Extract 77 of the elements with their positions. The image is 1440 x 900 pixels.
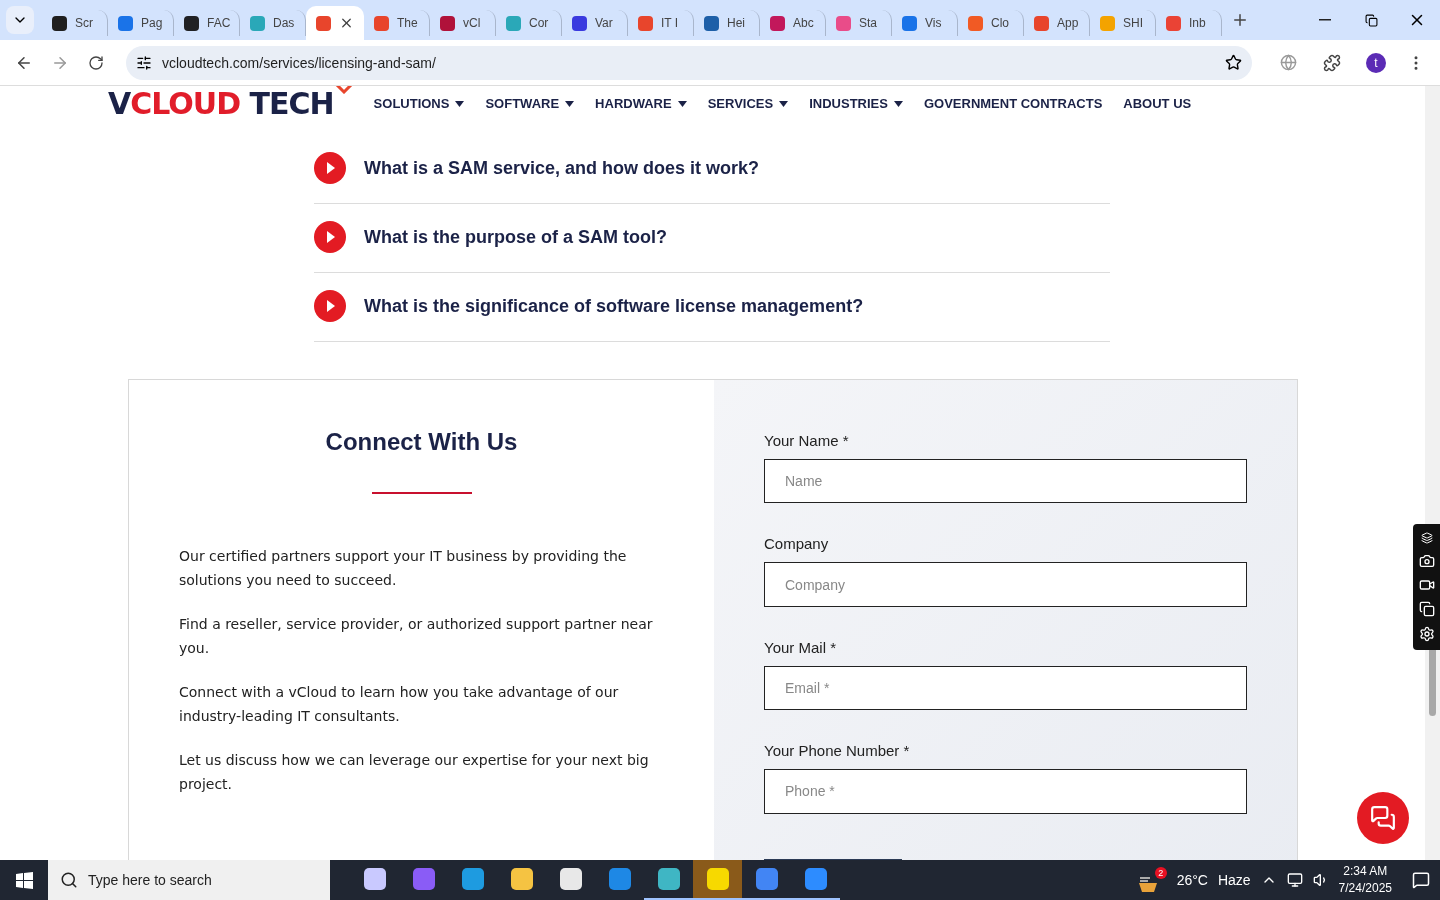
- clock[interactable]: 2:34 AM 7/24/2025: [1338, 863, 1392, 897]
- restore-icon: [1364, 13, 1378, 27]
- nav-link[interactable]: INDUSTRIES: [809, 96, 903, 111]
- nav-link[interactable]: SOLUTIONS: [373, 96, 465, 111]
- notification-badge: 2: [1154, 867, 1167, 879]
- play-icon: [314, 290, 346, 322]
- browser-tab[interactable]: vCl: [430, 10, 496, 36]
- browser-tab[interactable]: Cor: [496, 10, 562, 36]
- logo[interactable]: VCLOUD TECH: [108, 86, 354, 121]
- taskbar-search-field[interactable]: Type here to search: [48, 860, 330, 900]
- section-title: Connect With Us: [324, 428, 519, 456]
- browser-tab[interactable]: The: [364, 10, 430, 36]
- browser-tab[interactable]: Das: [240, 10, 306, 36]
- browser-tab[interactable]: [306, 6, 364, 40]
- plus-icon: [1231, 11, 1249, 29]
- browser-tab[interactable]: FAC: [174, 10, 240, 36]
- chat-icon: [1370, 805, 1396, 831]
- tab-search-button[interactable]: [6, 6, 34, 34]
- play-icon: [314, 221, 346, 253]
- field-label: Company: [764, 535, 830, 553]
- input-field[interactable]: Email *: [764, 665, 1247, 711]
- network-icon[interactable]: [1286, 872, 1303, 888]
- browser-tab[interactable]: Inb: [1156, 10, 1222, 36]
- browser-tab[interactable]: App: [1024, 10, 1090, 36]
- play-icon: [314, 152, 346, 184]
- address-bar[interactable]: vcloudtech.com/services/licensing-and-sam/: [126, 45, 1252, 80]
- faq-question: What is the purpose of a SAM tool?: [364, 226, 667, 248]
- input-field[interactable]: Name: [764, 459, 1247, 504]
- notifications-icon[interactable]: [1412, 871, 1430, 889]
- paragraph: Let us discuss how we can leverage our expertise for your next big project.: [179, 751, 650, 794]
- profile-avatar[interactable]: t: [1366, 52, 1386, 73]
- settings-icon[interactable]: [1418, 625, 1435, 642]
- field-label: Your Phone Number *: [764, 742, 911, 760]
- browser-tab[interactable]: Clo: [958, 10, 1024, 36]
- nav-link[interactable]: ABOUT US: [1123, 96, 1192, 111]
- nav-link[interactable]: GOVERNMENT CONTRACTS: [923, 96, 1103, 111]
- browser-tab[interactable]: Vis: [892, 10, 958, 36]
- paragraph: Connect with a vCloud to learn how you take advantage of our industry-leading IT consultants.: [179, 683, 620, 726]
- input-field[interactable]: Phone *: [764, 769, 1247, 814]
- browser-tab[interactable]: Sta: [826, 10, 892, 36]
- faq-item[interactable]: What is a SAM service, and how does it work?: [314, 135, 1110, 204]
- nav-link[interactable]: HARDWARE: [595, 96, 687, 111]
- browser-tab[interactable]: IT I: [628, 10, 694, 36]
- windows-logo-icon: [15, 871, 33, 889]
- faq-question: What is the significance of software license management?: [364, 295, 864, 317]
- caret-icon: [565, 100, 575, 107]
- site-settings-icon[interactable]: [136, 54, 152, 71]
- browser-tab[interactable]: Scr: [42, 10, 108, 36]
- field-label: Your Mail *: [764, 638, 837, 656]
- camera-icon[interactable]: [1418, 552, 1435, 569]
- paragraph: Our certified partners support your IT business by providing the solutions you need to succeed.: [179, 547, 628, 590]
- browser-tab[interactable]: Pag: [108, 10, 174, 36]
- faq-item[interactable]: What is the significance of software license management?: [314, 273, 1110, 342]
- input-field[interactable]: Company: [764, 562, 1247, 607]
- field-label: Your Name *: [764, 432, 850, 449]
- browser-tab[interactable]: Hei: [694, 10, 760, 36]
- faq-item[interactable]: What is the purpose of a SAM tool?: [314, 204, 1110, 273]
- caret-icon: [677, 100, 687, 107]
- bookmark-icon[interactable]: [1225, 54, 1242, 71]
- temperature-text: 26°C: [1176, 872, 1208, 888]
- paragraph: Find a reseller, service provider, or authorized support partner near you.: [179, 615, 654, 658]
- browser-tab[interactable]: Var: [562, 10, 628, 36]
- search-icon: [60, 871, 78, 889]
- caret-icon: [779, 100, 789, 107]
- nav-link[interactable]: SERVICES: [707, 96, 789, 111]
- faq-question: What is a SAM service, and how does it work?: [364, 157, 760, 179]
- browser-tab[interactable]: Abc: [760, 10, 826, 36]
- browser-tab[interactable]: SHI: [1090, 10, 1156, 36]
- chat-button[interactable]: [1357, 792, 1409, 844]
- nav-link[interactable]: SOFTWARE: [485, 96, 575, 111]
- window-icon[interactable]: [1418, 601, 1435, 618]
- minimize-icon: [1319, 19, 1331, 21]
- caret-icon: [455, 100, 465, 107]
- caret-icon: [893, 100, 903, 107]
- reload-icon: [88, 54, 104, 71]
- layers-icon[interactable]: [1420, 532, 1433, 545]
- weather-text: Haze: [1217, 872, 1251, 888]
